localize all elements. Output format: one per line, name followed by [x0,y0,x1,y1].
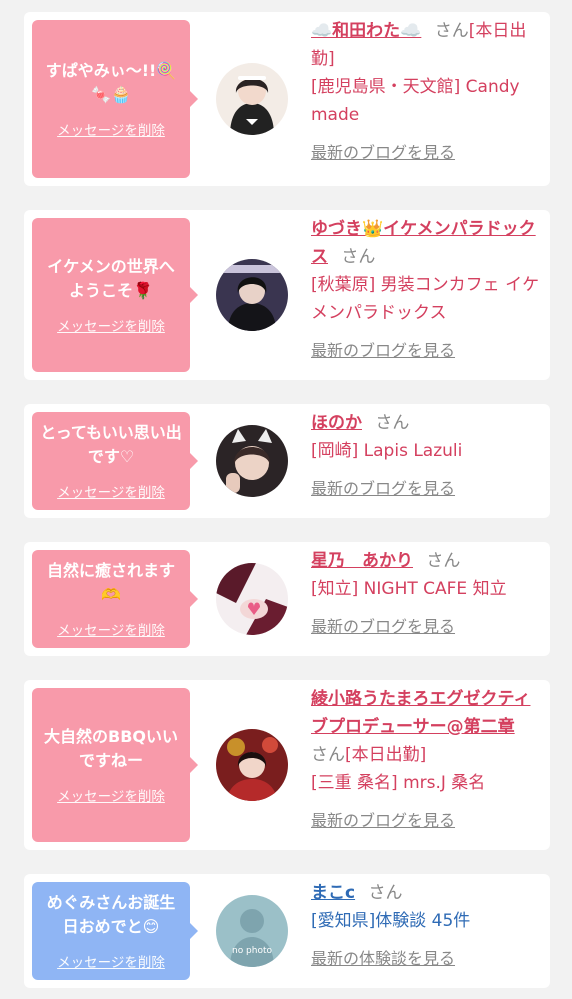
profile-info: 星乃 あかり さん [知立] NIGHT CAFE 知立 最新のブログを見る [311,542,550,649]
latest-blog-link[interactable]: 最新のブログを見る [311,807,455,835]
profile-name-link[interactable]: 星乃 あかり [311,551,413,571]
message-bubble: 大自然のBBQいいですねー メッセージを削除 [32,688,198,842]
avatar[interactable] [216,63,288,135]
delete-message-link[interactable]: メッセージを削除 [57,951,165,971]
latest-blog-link[interactable]: 最新のブログを見る [311,337,455,365]
message-list: すぱやみぃ〜!!🍭🍬🧁 メッセージを削除 ☁️和田わた☁️ さん[本日出勤] [… [0,0,572,988]
profile-info: ほのか さん [岡崎] Lapis Lazuli 最新のブログを見る [311,404,550,511]
message-card: 大自然のBBQいいですねー メッセージを削除 綾小路うたまろエグゼクティブプロデ… [24,680,550,850]
avatar[interactable] [216,729,288,801]
honorific: さん [311,745,345,765]
shop-name: [秋葉原] 男装コンカフェ イケメンパラドックス [311,275,540,323]
profile-name-link[interactable]: まこc [311,883,355,903]
shop-name: [愛知県]体験談 45件 [311,911,471,931]
honorific: さん [341,247,376,267]
delete-message-link[interactable]: メッセージを削除 [57,119,165,139]
avatar[interactable]: no photo [216,895,288,967]
shop-name: [三重 桑名] mrs.J 桑名 [311,773,486,793]
profile-info: ゆづき👑イケメンパラドックス さん [秋葉原] 男装コンカフェ イケメンパラドッ… [311,210,550,373]
message-text: とってもいい思い出です♡ [40,423,182,466]
message-card: すぱやみぃ〜!!🍭🍬🧁 メッセージを削除 ☁️和田わた☁️ さん[本日出勤] [… [24,12,550,186]
shop-name: [鹿児島県・天文館] Candy made [311,77,520,125]
avatar[interactable] [216,425,288,497]
message-text: めぐみさんお誕生日おめでと😊 [46,893,176,936]
message-text: 大自然のBBQいいですねー [44,727,178,770]
message-bubble: すぱやみぃ〜!!🍭🍬🧁 メッセージを削除 [32,20,198,178]
message-bubble: イケメンの世界へようこそ🌹 メッセージを削除 [32,218,198,372]
message-bubble: 自然に癒されます🫶 メッセージを削除 [32,550,198,648]
profile-name-link[interactable]: ☁️和田わた☁️ [311,21,421,41]
message-card: イケメンの世界へようこそ🌹 メッセージを削除 ゆづき👑イケメンパラドックス さん… [24,210,550,380]
message-bubble: めぐみさんお誕生日おめでと😊 メッセージを削除 [32,882,198,980]
profile-name-link[interactable]: 綾小路うたまろエグゼクティブプロデューサー@第二章 [311,689,530,737]
latest-review-link[interactable]: 最新の体験談を見る [311,945,455,973]
message-card: とってもいい思い出です♡ メッセージを削除 ほのか さん [岡崎] Lapis … [24,404,550,518]
message-text: すぱやみぃ〜!!🍭🍬🧁 [45,61,177,104]
honorific: さん [375,413,410,433]
no-photo-text: no photo [232,946,273,956]
shop-name: [知立] NIGHT CAFE 知立 [311,579,507,599]
latest-blog-link[interactable]: 最新のブログを見る [311,139,455,167]
honorific: さん [368,883,403,903]
honorific: さん [434,21,469,41]
delete-message-link[interactable]: メッセージを削除 [57,481,165,501]
profile-info: 綾小路うたまろエグゼクティブプロデューサー@第二章 さん[本日出勤] [三重 桑… [311,680,550,843]
message-card: めぐみさんお誕生日おめでと😊 メッセージを削除 no photo まこc さん … [24,874,550,988]
message-text: イケメンの世界へようこそ🌹 [47,257,175,300]
shop-name: [岡崎] Lapis Lazuli [311,441,463,461]
delete-message-link[interactable]: メッセージを削除 [57,619,165,639]
delete-message-link[interactable]: メッセージを削除 [57,315,165,335]
profile-name-link[interactable]: ほのか [311,413,362,433]
work-status: [本日出勤] [345,745,427,765]
avatar[interactable] [216,259,288,331]
profile-info: まこc さん [愛知県]体験談 45件 最新の体験談を見る [311,874,550,981]
delete-message-link[interactable]: メッセージを削除 [57,785,165,805]
profile-info: ☁️和田わた☁️ さん[本日出勤] [鹿児島県・天文館] Candy made … [311,12,550,175]
latest-blog-link[interactable]: 最新のブログを見る [311,613,455,641]
honorific: さん [426,551,461,571]
message-card: 自然に癒されます🫶 メッセージを削除 星乃 あかり さん [知立] NIGHT … [24,542,550,656]
latest-blog-link[interactable]: 最新のブログを見る [311,475,455,503]
message-bubble: とってもいい思い出です♡ メッセージを削除 [32,412,198,510]
message-text: 自然に癒されます🫶 [46,561,175,604]
avatar[interactable] [216,563,288,635]
